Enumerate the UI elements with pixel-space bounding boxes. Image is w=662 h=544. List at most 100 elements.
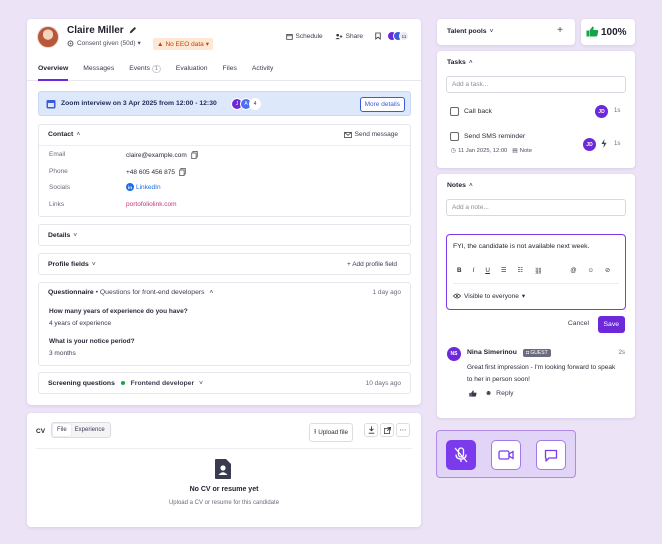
collaborator-avatars[interactable]: 11: [387, 31, 409, 41]
details-header: Details ˅: [48, 232, 77, 239]
gear-icon: [67, 40, 74, 47]
tab-events[interactable]: Events 1: [129, 62, 161, 80]
bold-icon[interactable]: B: [457, 267, 462, 275]
warning-icon: ▲: [157, 40, 164, 48]
notes-card: Notes ˄ Add a note... FYI, the candidate …: [437, 174, 635, 418]
portfolio-link[interactable]: portofoliolink.com: [126, 201, 177, 208]
bullet-list-icon[interactable]: ☰: [501, 267, 507, 275]
emoji-icon[interactable]: ☺: [588, 267, 594, 275]
file-toggle[interactable]: File: [53, 424, 71, 436]
chevron-up-icon: ˄: [76, 131, 81, 138]
schedule-button[interactable]: Schedule: [285, 33, 323, 40]
linkedin-link[interactable]: in LinkedIn: [126, 183, 161, 191]
bookmark-icon[interactable]: [375, 32, 381, 40]
calendar-icon: [285, 33, 293, 40]
questionnaire-section: Questionnaire • Questions for front-end …: [38, 282, 411, 366]
visibility-dropdown[interactable]: Visible to everyone ▾: [453, 292, 525, 300]
assignee-avatar: JD: [595, 105, 608, 118]
chevron-down-icon: ˅: [489, 28, 494, 35]
phone-value[interactable]: +48 605 456 875: [126, 169, 175, 176]
add-profile-field-button[interactable]: + Add profile field: [347, 261, 397, 268]
save-button[interactable]: Save: [597, 316, 625, 333]
participant-extra-count: 4: [249, 98, 261, 110]
details-section[interactable]: Details ˅: [38, 224, 411, 246]
underline-icon[interactable]: U: [485, 267, 490, 275]
thumbs-up-icon: [586, 26, 599, 37]
attachment-icon[interactable]: ⊘: [605, 267, 610, 275]
open-external-icon[interactable]: [380, 423, 394, 437]
tab-evaluation[interactable]: Evaluation: [176, 62, 208, 80]
question-text: What is your notice period?: [49, 338, 135, 345]
assignee-avatar: JD: [583, 138, 596, 151]
questionnaire-header[interactable]: Questionnaire • Questions for front-end …: [48, 289, 213, 296]
notes-header[interactable]: Notes ˄: [447, 182, 473, 189]
task-checkbox[interactable]: [450, 107, 459, 116]
tab-activity[interactable]: Activity: [252, 62, 274, 80]
add-talent-pool-button[interactable]: +: [557, 25, 563, 36]
mail-icon: [343, 131, 352, 138]
tasks-header[interactable]: Tasks ˄: [447, 59, 473, 66]
consent-status[interactable]: Consent given (50d) ▾: [67, 39, 141, 47]
notes-title: Notes: [447, 182, 466, 189]
questionnaire-subtitle: Questions for front-end developers: [99, 289, 205, 296]
experience-toggle[interactable]: Experience: [71, 424, 109, 436]
interview-participants[interactable]: J A 4: [231, 98, 261, 110]
chat-button[interactable]: [536, 440, 566, 470]
tasks-card: Tasks ˄ Add a task... Call back JD 1s Sen…: [437, 51, 635, 168]
task-date: 11 Jan 2025, 12:00: [458, 148, 508, 154]
thumbs-up-icon[interactable]: [469, 390, 477, 397]
upload-file-button[interactable]: ⭱ Upload file: [309, 423, 353, 442]
chevron-down-icon: ▾: [137, 40, 141, 47]
send-message-button[interactable]: Send message: [343, 131, 398, 138]
linkedin-label: LinkedIn: [136, 183, 161, 191]
copy-icon[interactable]: [179, 168, 186, 176]
document-icon: [214, 459, 232, 479]
mic-off-icon: [454, 447, 468, 463]
chat-bubble-icon: [544, 449, 558, 462]
format-toolbar: B I U ☰ ☷ ⛓ @ ☺ ⊘: [457, 267, 619, 275]
download-icon[interactable]: [364, 423, 378, 437]
add-task-input[interactable]: Add a task...: [446, 76, 626, 93]
tab-files[interactable]: Files: [223, 62, 237, 80]
screening-role: Frontend developer: [130, 380, 195, 387]
pencil-icon[interactable]: [129, 26, 137, 34]
note-editor[interactable]: FYI, the candidate is not available next…: [446, 234, 626, 310]
interview-text: Zoom interview on 3 Apr 2025 from 12:00 …: [61, 100, 217, 107]
talent-pools-dropdown[interactable]: Talent pools ˅: [447, 28, 494, 35]
screening-date: 10 days ago: [365, 380, 401, 387]
chevron-down-icon: ▾: [521, 293, 526, 300]
contact-header[interactable]: Contact ˄: [48, 131, 80, 138]
tab-messages[interactable]: Messages: [83, 62, 114, 80]
tab-overview[interactable]: Overview: [38, 62, 69, 81]
share-button[interactable]: Share: [334, 33, 363, 40]
email-value[interactable]: claire@example.com: [126, 152, 187, 159]
upload-icon: ⭱: [314, 429, 317, 436]
profile-fields-section[interactable]: Profile fields ˅ + Add profile field: [38, 253, 411, 275]
tab-events-label: Events: [129, 65, 150, 72]
cv-empty-subtitle: Upload a CV or resume for this candidate: [168, 500, 280, 506]
eeo-badge[interactable]: ▲ No EEO data ▾: [153, 38, 214, 50]
task-checkbox[interactable]: [450, 132, 459, 141]
cancel-button[interactable]: Cancel: [568, 320, 589, 327]
status-dot: [120, 381, 125, 386]
screening-section[interactable]: Screening questions Frontend developer ˅…: [38, 372, 411, 394]
link-icon[interactable]: ⛓: [534, 267, 542, 275]
numbered-list-icon[interactable]: ☷: [518, 267, 524, 275]
add-reaction-icon[interactable]: ☻: [485, 390, 492, 397]
answer-text: 3 months: [49, 350, 76, 357]
mute-mic-button[interactable]: [446, 440, 476, 470]
comment-author: Nina Simerinou: [467, 349, 517, 356]
italic-icon[interactable]: I: [473, 267, 475, 275]
talent-pools-card[interactable]: Talent pools ˅ +: [437, 19, 575, 45]
video-button[interactable]: [491, 440, 521, 470]
reply-button[interactable]: Reply: [496, 390, 513, 397]
add-note-input[interactable]: Add a note...: [446, 199, 626, 216]
interview-banner: Zoom interview on 3 Apr 2025 from 12:00 …: [38, 91, 411, 116]
guest-label: GUEST: [530, 350, 548, 356]
links-label: Links: [49, 201, 65, 208]
copy-icon[interactable]: [191, 151, 198, 159]
more-details-button[interactable]: More details: [359, 97, 405, 112]
mention-icon[interactable]: @: [570, 267, 576, 275]
video-camera-icon: [498, 449, 514, 461]
more-options-icon[interactable]: ⋯: [396, 423, 410, 437]
